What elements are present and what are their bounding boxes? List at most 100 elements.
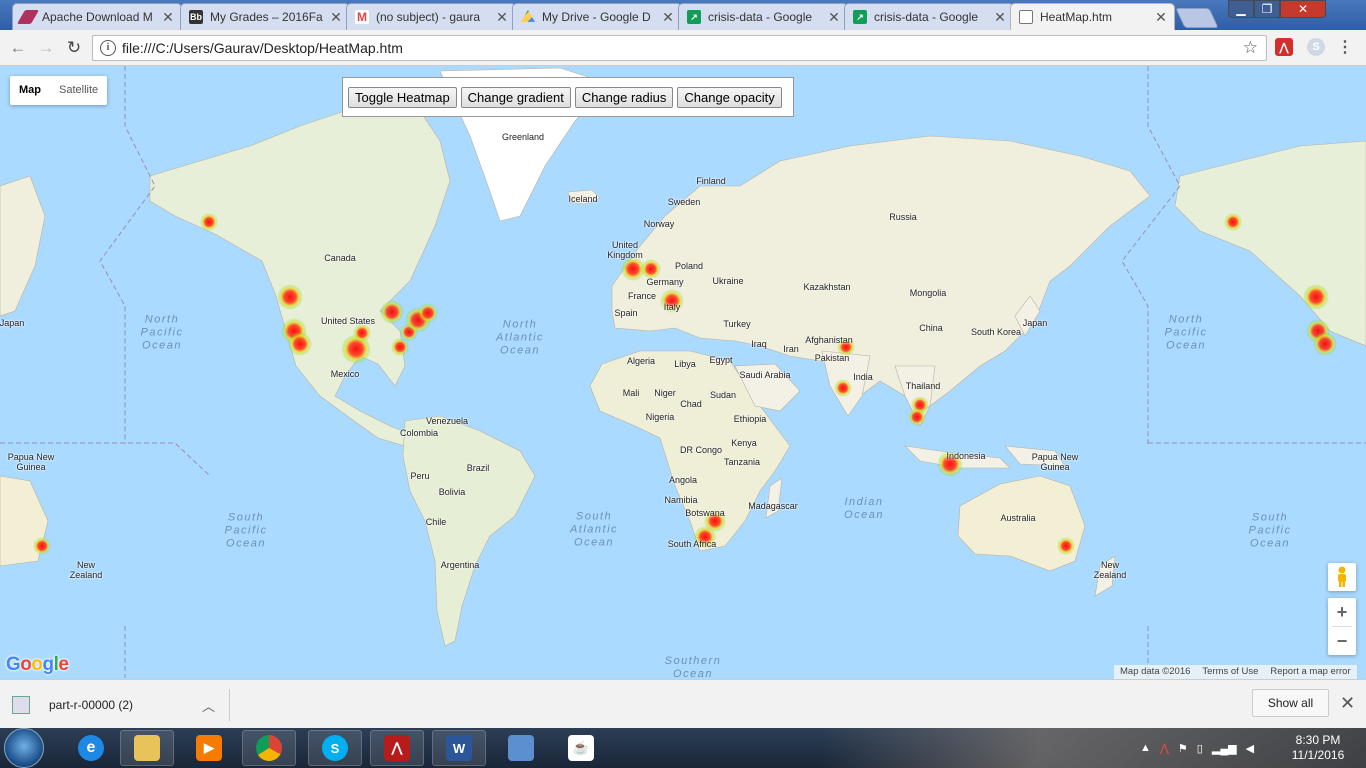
- north-america-landmass: [149, 105, 451, 447]
- country-label: Indonesia: [946, 451, 986, 461]
- new-tab-button[interactable]: [1175, 8, 1219, 28]
- reload-button[interactable]: ↻: [62, 36, 86, 60]
- landmasses: [0, 67, 1366, 647]
- country-label: Peru: [410, 471, 430, 481]
- tab-gmail[interactable]: M (no subject) - gaura ✕: [346, 3, 516, 30]
- country-label: Algeria: [626, 356, 656, 366]
- close-icon[interactable]: ✕: [161, 9, 175, 26]
- tab-heatmap[interactable]: HeatMap.htm ✕: [1010, 3, 1175, 30]
- country-label: Turkey: [723, 319, 751, 329]
- country-label: India: [853, 372, 873, 382]
- address-bar[interactable]: i file:///C:/Users/Gaurav/Desktop/HeatMa…: [92, 35, 1267, 61]
- map-data-credit[interactable]: Map data ©2016: [1114, 665, 1196, 679]
- tab-title: My Drive - Google D: [542, 10, 651, 24]
- madagascar-landmass: [765, 477, 783, 519]
- country-label: Angola: [668, 475, 698, 485]
- country-label: Niger: [654, 388, 676, 398]
- country-label: Ukraine: [712, 276, 744, 286]
- volume-muted-icon[interactable]: ◀: [1246, 742, 1254, 755]
- country-label: Norway: [643, 219, 675, 229]
- change-gradient-button[interactable]: Change gradient: [460, 86, 571, 108]
- close-icon[interactable]: ✕: [827, 9, 841, 26]
- tab-crisis-data-1[interactable]: ↗ crisis-data - Google ✕: [678, 3, 848, 30]
- action-center-flag-icon[interactable]: ⚑: [1178, 742, 1188, 755]
- tab-my-grades[interactable]: Bb My Grades – 2016Fa ✕: [180, 3, 350, 30]
- zoom-out-button[interactable]: −: [1328, 627, 1356, 655]
- device-icon[interactable]: ▯: [1197, 742, 1203, 755]
- chevron-up-icon[interactable]: ︿: [202, 696, 215, 715]
- skype-extension-icon[interactable]: S: [1307, 38, 1325, 56]
- show-all-button[interactable]: Show all: [1252, 689, 1329, 717]
- acrobat-tray-icon[interactable]: ⋀: [1160, 742, 1169, 755]
- close-icon[interactable]: ✕: [661, 9, 675, 26]
- street-view-pegman-icon[interactable]: [1328, 563, 1356, 591]
- country-label: Kenya: [731, 438, 757, 448]
- zoom-control: + −: [1328, 598, 1356, 655]
- country-label: Iraq: [751, 339, 767, 349]
- menu-icon[interactable]: ⋮: [1336, 38, 1354, 56]
- close-icon[interactable]: ✕: [1340, 693, 1355, 714]
- country-label: Spain: [614, 308, 638, 318]
- change-opacity-button[interactable]: Change opacity: [677, 86, 782, 108]
- country-label: DR Congo: [679, 445, 723, 455]
- country-label: Tanzania: [723, 457, 761, 467]
- minimize-button[interactable]: ▁: [1228, 0, 1254, 18]
- network-signal-icon[interactable]: ▂▄▆: [1212, 742, 1237, 755]
- close-icon[interactable]: ✕: [495, 9, 509, 26]
- google-map[interactable]: Greenland Iceland Finland Sweden Norway …: [0, 66, 1366, 679]
- close-icon[interactable]: ✕: [1154, 9, 1168, 26]
- zoom-in-button[interactable]: +: [1328, 598, 1356, 626]
- clock[interactable]: 8:30 PM 11/1/2016: [1284, 733, 1352, 763]
- country-label: Mali: [622, 388, 640, 398]
- tab-title: HeatMap.htm: [1040, 10, 1113, 24]
- country-label: Papua New Guinea: [7, 452, 55, 472]
- country-label: Botswana: [685, 508, 725, 518]
- country-label: Iceland: [568, 194, 598, 204]
- world-map-base: [0, 66, 1366, 678]
- ocean-label: North Pacific Ocean: [140, 313, 184, 352]
- download-file-name: part-r-00000 (2): [49, 698, 134, 712]
- country-label: United States: [320, 316, 376, 326]
- tab-google-drive[interactable]: My Drive - Google D ✕: [512, 3, 682, 30]
- google-logo[interactable]: Google: [6, 654, 69, 676]
- acrobat-extension-icon[interactable]: ⋀: [1275, 38, 1293, 56]
- url-text: file:///C:/Users/Gaurav/Desktop/HeatMap.…: [122, 40, 403, 56]
- country-label: Canada: [324, 253, 356, 263]
- back-button[interactable]: ←: [6, 36, 30, 60]
- forward-button[interactable]: →: [34, 36, 58, 60]
- country-label: Chad: [680, 399, 702, 409]
- show-hidden-icons-icon[interactable]: ▲: [1140, 742, 1151, 754]
- tab-apache-download[interactable]: Apache Download M ✕: [12, 3, 182, 30]
- country-label: Australia: [1000, 513, 1036, 523]
- info-icon[interactable]: i: [100, 40, 116, 56]
- window-close-button[interactable]: ✕: [1280, 0, 1326, 18]
- ocean-label: Indian Ocean: [844, 496, 884, 521]
- country-label: Papua New Guinea: [1031, 452, 1079, 472]
- country-label: Chile: [425, 517, 447, 527]
- map-type-map-button[interactable]: Map: [10, 76, 50, 105]
- map-type-control: Map Satellite: [10, 76, 108, 105]
- country-label: South Africa: [667, 539, 717, 549]
- report-map-error-link[interactable]: Report a map error: [1264, 665, 1356, 679]
- change-radius-button[interactable]: Change radius: [574, 86, 674, 108]
- tab-crisis-data-2[interactable]: ↗ crisis-data - Google ✕: [844, 3, 1014, 30]
- toggle-heatmap-button[interactable]: Toggle Heatmap: [348, 86, 457, 108]
- country-label: Saudi Arabia: [739, 370, 791, 380]
- document-icon: [1019, 10, 1033, 24]
- terms-of-use-link[interactable]: Terms of Use: [1196, 665, 1264, 679]
- map-type-satellite-button[interactable]: Satellite: [50, 76, 107, 105]
- country-label: Greenland: [501, 132, 545, 142]
- clock-date: 11/1/2016: [1291, 748, 1345, 762]
- tab-title: crisis-data - Google: [874, 10, 979, 24]
- country-label: Venezuela: [425, 416, 469, 426]
- download-item[interactable]: part-r-00000 (2) ︿: [12, 689, 230, 721]
- gmail-icon: M: [355, 10, 369, 24]
- bookmark-star-icon[interactable]: ☆: [1243, 38, 1258, 58]
- close-icon[interactable]: ✕: [993, 9, 1007, 26]
- google-drive-icon: [521, 10, 535, 22]
- ocean-label: South Pacific Ocean: [224, 511, 268, 550]
- tab-title: crisis-data - Google: [708, 10, 813, 24]
- maximize-button[interactable]: ❐: [1254, 0, 1280, 18]
- close-icon[interactable]: ✕: [329, 9, 343, 26]
- asia-west-edge-landmass: [0, 175, 46, 317]
